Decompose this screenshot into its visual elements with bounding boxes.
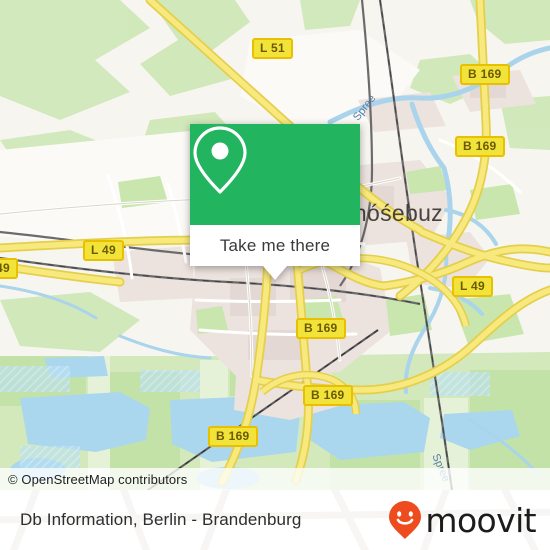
road-shield: L 49: [83, 240, 124, 261]
popup-icon-area: [190, 124, 360, 225]
road-shield: B 169: [303, 385, 353, 406]
place-title: Db Information, Berlin - Brandenburg: [20, 510, 302, 529]
popup-pointer: [263, 266, 287, 280]
footer-bar: Db Information, Berlin - Brandenburg moo…: [0, 490, 550, 550]
destination-popup-card[interactable]: Take me there: [190, 124, 360, 280]
road-shield: B 169: [208, 426, 258, 447]
road-shield: B 169: [460, 64, 510, 85]
map-pin-icon: [193, 126, 247, 194]
road-shield: L 51: [252, 38, 293, 59]
osm-attribution-text: © OpenStreetMap contributors: [8, 471, 188, 487]
moovit-logo[interactable]: moovit: [388, 500, 550, 540]
road-shield: 49: [0, 258, 18, 279]
moovit-wordmark: moovit: [425, 500, 536, 540]
map-canvas[interactable]: L 51 B 169 B 169 L 49 49 L 49 B 169 B 16…: [0, 0, 550, 490]
road-shield: B 169: [296, 318, 346, 339]
moovit-map-screenshot: L 51 B 169 B 169 L 49 49 L 49 B 169 B 16…: [0, 0, 550, 550]
osm-attribution[interactable]: © OpenStreetMap contributors: [0, 468, 550, 490]
moovit-smiley-pin-icon: [389, 501, 422, 539]
take-me-there-label: Take me there: [219, 235, 331, 255]
road-shield: B 169: [455, 136, 505, 157]
popup-cta-area[interactable]: Take me there: [190, 225, 360, 280]
road-shield: L 49: [452, 276, 493, 297]
